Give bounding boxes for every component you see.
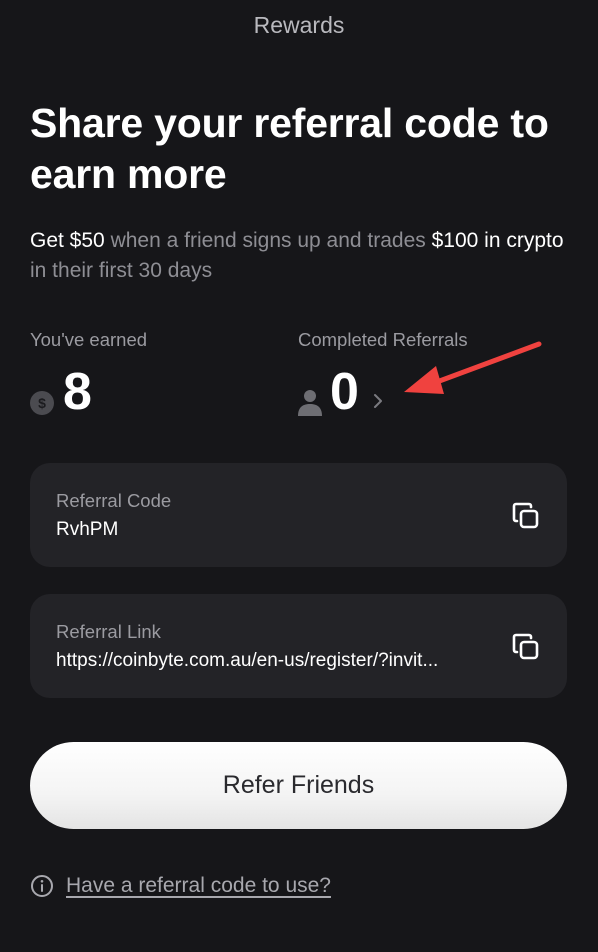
chevron-right-icon[interactable] (371, 391, 385, 411)
referral-code-link-label[interactable]: Have a referral code to use? (66, 874, 331, 898)
completed-referrals-value[interactable]: 0 (330, 362, 359, 422)
referral-link-card: Referral Link https://coinbyte.com.au/en… (30, 594, 567, 698)
trade-requirement: $100 in crypto (431, 229, 564, 252)
referral-code-card: Referral Code RvhPM (30, 463, 567, 567)
referral-link-value: https://coinbyte.com.au/en-us/register/?… (56, 650, 439, 671)
annotation-arrow-icon (404, 341, 542, 394)
referral-code-value: RvhPM (56, 519, 119, 540)
referral-code-label: Referral Code (56, 490, 172, 511)
subtext-part: in their first 30 days (30, 259, 213, 282)
earned-value: 8 (63, 363, 92, 421)
rewards-screen: Rewards Share your referral code to earn… (0, 0, 598, 952)
hero-subtext: Get $50 when a friend signs up and trade… (30, 226, 570, 286)
referral-code-link[interactable]: Have a referral code to use? (30, 874, 331, 898)
subtext-part: when a friend signs up and trades (104, 229, 432, 252)
earned-label: You've earned (30, 329, 148, 350)
page-title: Rewards (253, 12, 345, 38)
info-icon (31, 875, 53, 897)
reward-amount: Get $50 (30, 229, 105, 252)
refer-friends-button[interactable]: Refer Friends (30, 742, 567, 829)
hero-headline: Share your referral code to earn more (30, 100, 549, 197)
referral-link-label: Referral Link (56, 621, 161, 642)
copy-icon[interactable] (511, 501, 541, 531)
copy-icon[interactable] (511, 632, 541, 662)
dollar-icon: $ (30, 391, 54, 415)
person-icon (298, 390, 322, 416)
